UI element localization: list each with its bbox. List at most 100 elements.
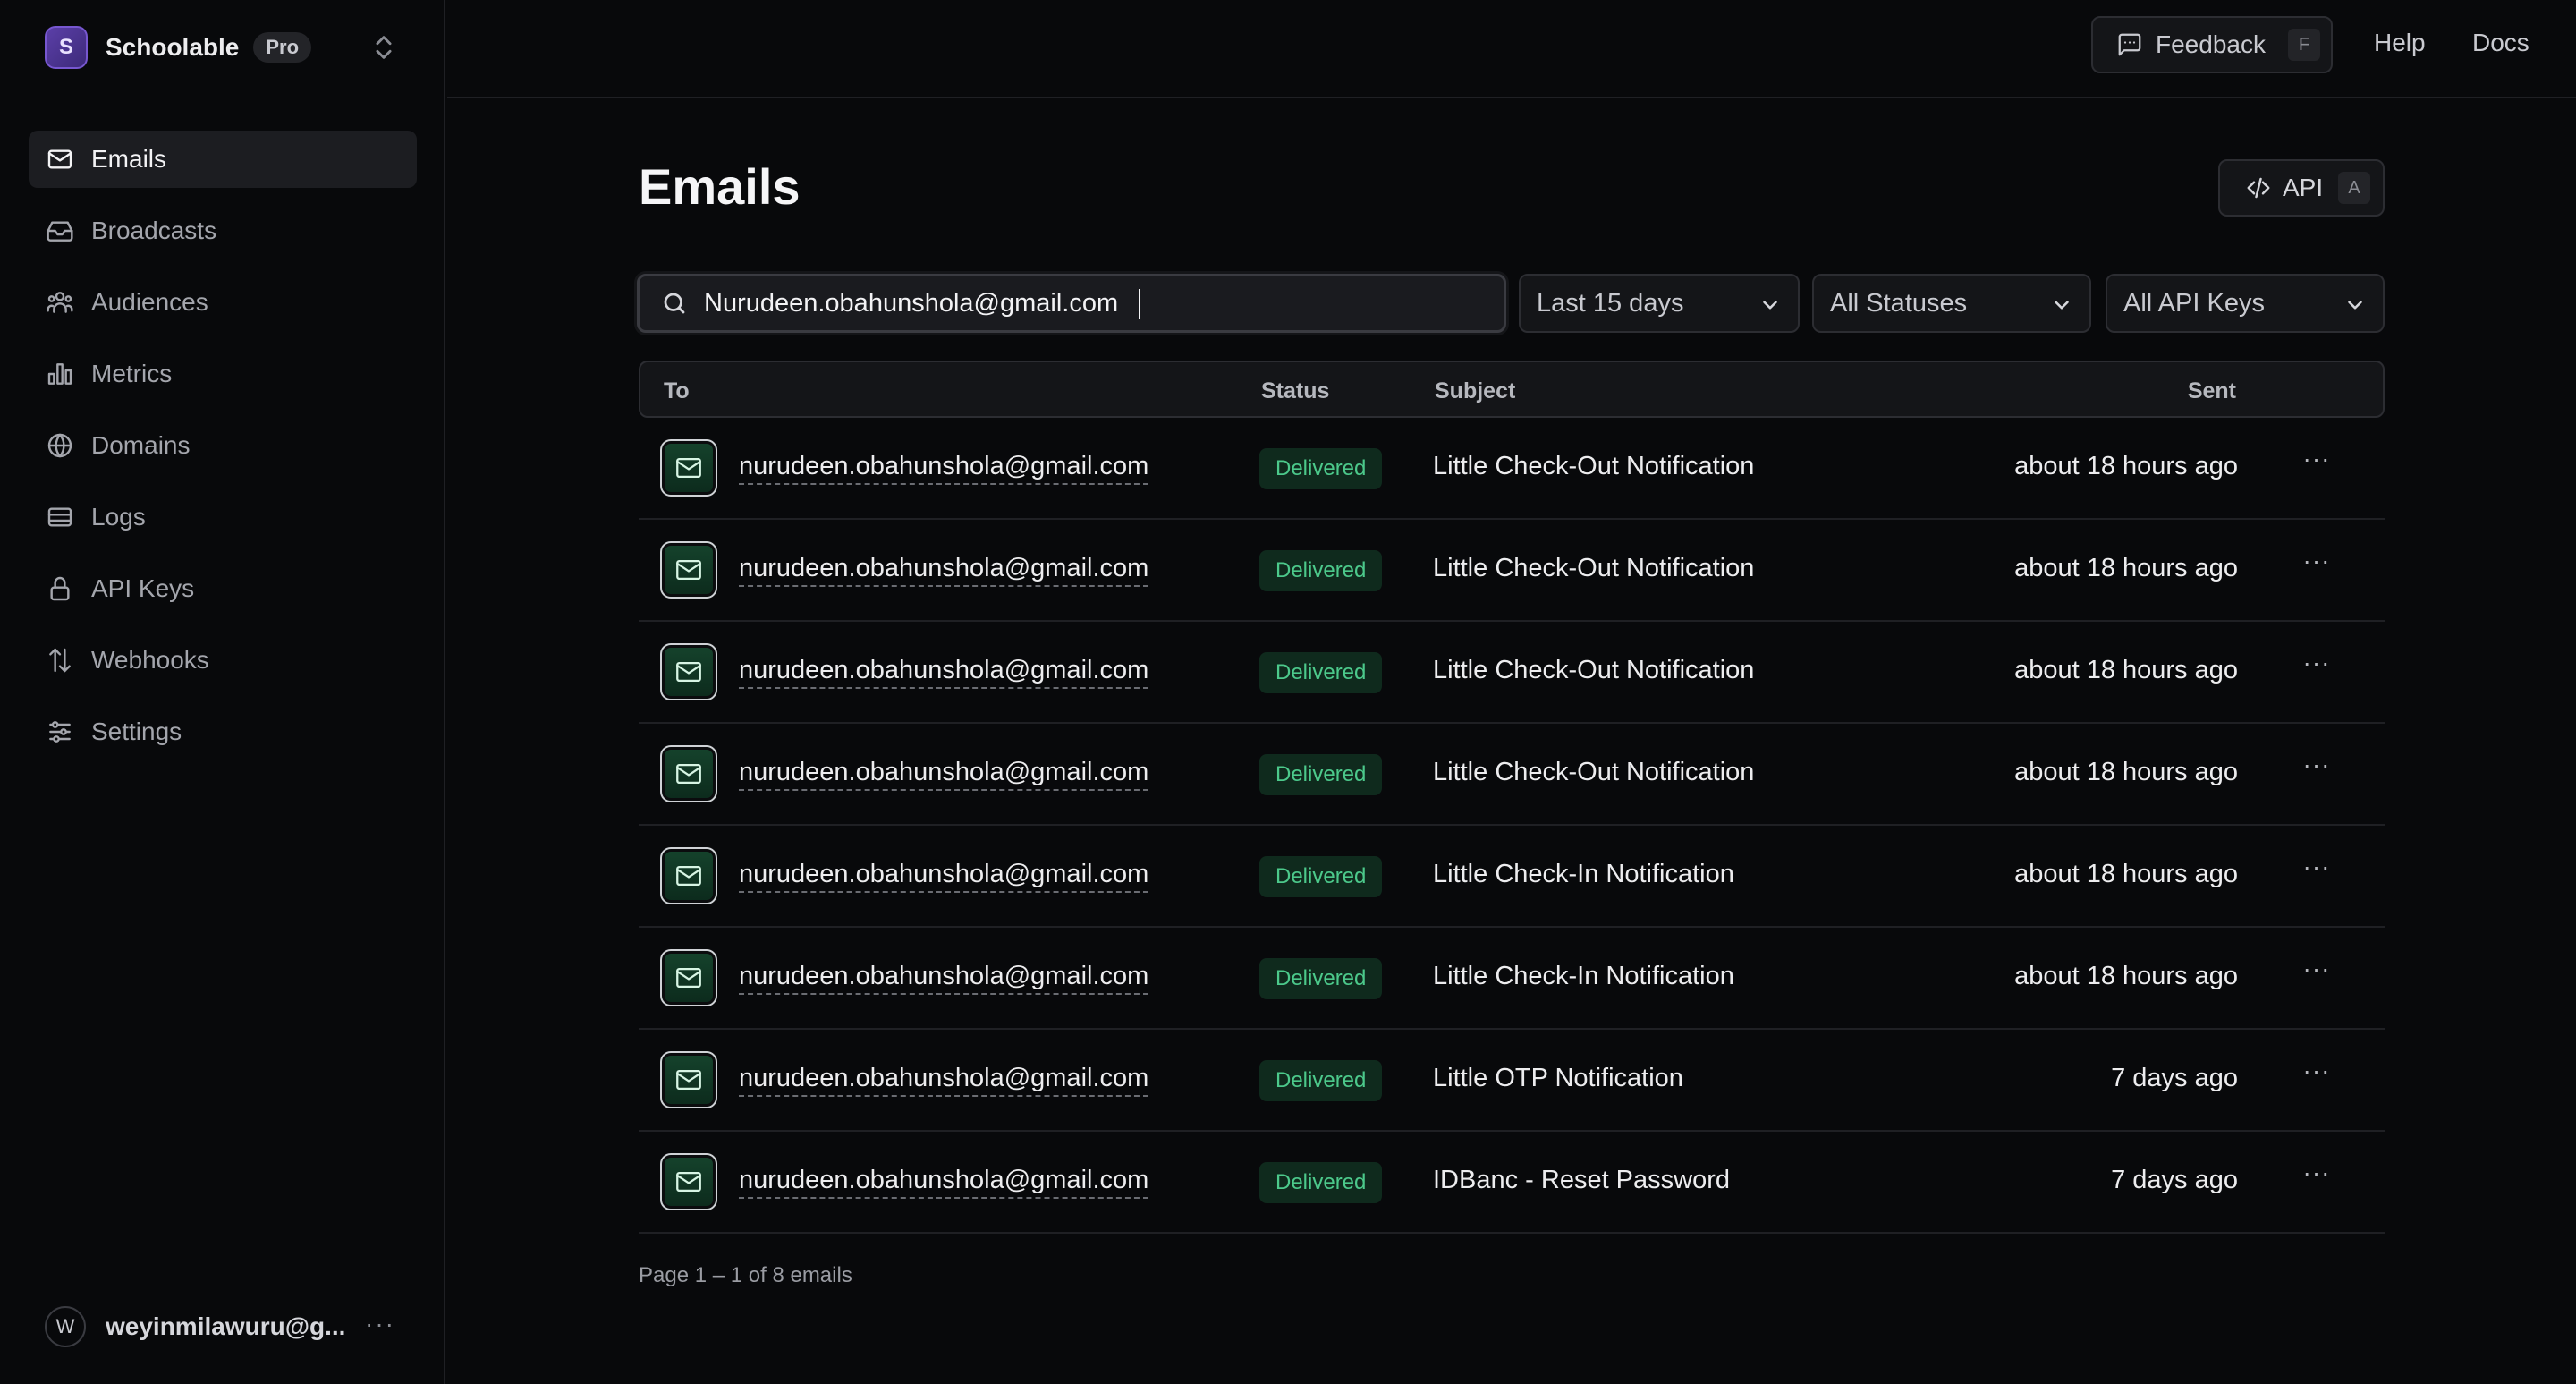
email-subject: Little Check-Out Notification xyxy=(1433,758,1755,786)
logs-icon xyxy=(45,502,75,532)
chevrons-up-down-icon[interactable] xyxy=(369,32,399,63)
table-row[interactable]: nurudeen.obahunshola@gmail.com Delivered… xyxy=(639,418,2385,520)
sidebar-item-label: Domains xyxy=(91,431,191,459)
column-header-subject: Subject xyxy=(1435,378,1516,403)
status-badge: Delivered xyxy=(1259,754,1383,795)
recipient-link[interactable]: nurudeen.obahunshola@gmail.com xyxy=(739,656,1149,689)
mail-icon xyxy=(660,1153,717,1210)
mail-icon xyxy=(660,745,717,802)
feedback-label: Feedback xyxy=(2156,30,2266,58)
webhook-icon xyxy=(45,645,75,675)
api-button[interactable]: API A xyxy=(2218,159,2385,217)
more-horizontal-icon[interactable]: ··· xyxy=(365,1310,395,1338)
docs-link[interactable]: Docs xyxy=(2472,29,2529,57)
table-row[interactable]: nurudeen.obahunshola@gmail.com Delivered… xyxy=(639,1030,2385,1132)
recipient-link[interactable]: nurudeen.obahunshola@gmail.com xyxy=(739,1064,1149,1097)
mail-icon xyxy=(660,847,717,904)
sidebar-nav: Emails Broadcasts Audiences Metrics Doma… xyxy=(29,131,417,775)
sidebar-item-metrics[interactable]: Metrics xyxy=(29,345,417,403)
sidebar-item-label: Emails xyxy=(91,145,167,173)
sent-time: 7 days ago xyxy=(2111,1064,2238,1092)
shortcut-key: A xyxy=(2338,172,2370,204)
team-name: Schoolable xyxy=(106,33,240,61)
mail-icon xyxy=(660,541,717,599)
recipient-link[interactable]: nurudeen.obahunshola@gmail.com xyxy=(739,1166,1149,1199)
email-subject: Little Check-Out Notification xyxy=(1433,452,1755,480)
more-horizontal-icon[interactable]: ··· xyxy=(2299,1159,2334,1194)
sidebar-item-emails[interactable]: Emails xyxy=(29,131,417,188)
sent-time: about 18 hours ago xyxy=(2014,554,2238,582)
table-row[interactable]: nurudeen.obahunshola@gmail.com Delivered… xyxy=(639,928,2385,1030)
message-square-icon xyxy=(2116,31,2143,58)
more-horizontal-icon[interactable]: ··· xyxy=(2299,649,2334,684)
user-menu[interactable]: W weyinmilawuru@g... ··· xyxy=(45,1304,408,1349)
mail-icon xyxy=(660,949,717,1006)
date-range-select[interactable]: Last 15 days xyxy=(1519,274,1800,333)
search-input[interactable] xyxy=(704,288,1473,318)
globe-icon xyxy=(45,430,75,461)
status-badge: Delivered xyxy=(1259,1162,1383,1203)
column-header-to: To xyxy=(664,378,690,403)
mail-icon xyxy=(660,439,717,497)
shortcut-key: F xyxy=(2288,29,2320,61)
emails-table-body: nurudeen.obahunshola@gmail.com Delivered… xyxy=(639,418,2385,1234)
status-badge: Delivered xyxy=(1259,856,1383,897)
email-subject: Little Check-In Notification xyxy=(1433,962,1734,990)
recipient-link[interactable]: nurudeen.obahunshola@gmail.com xyxy=(739,452,1149,485)
help-link[interactable]: Help xyxy=(2374,29,2426,57)
sidebar-item-settings[interactable]: Settings xyxy=(29,703,417,760)
inbox-icon xyxy=(45,216,75,246)
mail-icon xyxy=(45,144,75,174)
recipient-link[interactable]: nurudeen.obahunshola@gmail.com xyxy=(739,962,1149,995)
api-label: API xyxy=(2283,174,2324,201)
sidebar: S Schoolable Pro Emails Broadcasts Audie… xyxy=(0,0,445,1384)
pagination-text: Page 1 – 1 of 8 emails xyxy=(639,1263,852,1287)
sidebar-item-label: Settings xyxy=(91,717,182,745)
more-horizontal-icon[interactable]: ··· xyxy=(2299,751,2334,786)
mail-icon xyxy=(660,1051,717,1108)
team-avatar: S xyxy=(45,26,88,69)
sidebar-item-broadcasts[interactable]: Broadcasts xyxy=(29,202,417,259)
recipient-link[interactable]: nurudeen.obahunshola@gmail.com xyxy=(739,554,1149,587)
chevron-down-icon xyxy=(2050,293,2073,324)
recipient-link[interactable]: nurudeen.obahunshola@gmail.com xyxy=(739,758,1149,791)
code-icon xyxy=(2245,174,2272,201)
email-subject: Little Check-Out Notification xyxy=(1433,656,1755,684)
feedback-button[interactable]: Feedback F xyxy=(2091,16,2333,73)
sidebar-item-audiences[interactable]: Audiences xyxy=(29,274,417,331)
app-root: S Schoolable Pro Emails Broadcasts Audie… xyxy=(0,0,2576,1384)
recipient-link[interactable]: nurudeen.obahunshola@gmail.com xyxy=(739,860,1149,893)
column-header-sent: Sent xyxy=(2187,378,2236,403)
sidebar-item-logs[interactable]: Logs xyxy=(29,488,417,546)
table-header: To Status Subject Sent xyxy=(639,361,2385,418)
plan-badge: Pro xyxy=(253,32,312,63)
more-horizontal-icon[interactable]: ··· xyxy=(2299,955,2334,990)
sidebar-item-label: Webhooks xyxy=(91,646,209,674)
team-switcher[interactable]: S Schoolable Pro xyxy=(45,25,399,70)
more-horizontal-icon[interactable]: ··· xyxy=(2299,1057,2334,1092)
table-row[interactable]: nurudeen.obahunshola@gmail.com Delivered… xyxy=(639,826,2385,928)
api-keys-select[interactable]: All API Keys xyxy=(2106,274,2385,333)
status-badge: Delivered xyxy=(1259,550,1383,591)
table-row[interactable]: nurudeen.obahunshola@gmail.com Delivered… xyxy=(639,724,2385,826)
chevron-down-icon xyxy=(2343,293,2367,324)
table-row[interactable]: nurudeen.obahunshola@gmail.com Delivered… xyxy=(639,1132,2385,1234)
sidebar-item-domains[interactable]: Domains xyxy=(29,417,417,474)
more-horizontal-icon[interactable]: ··· xyxy=(2299,445,2334,480)
sidebar-item-api-keys[interactable]: API Keys xyxy=(29,560,417,617)
text-caret xyxy=(1139,289,1140,319)
sidebar-item-label: Metrics xyxy=(91,360,173,387)
email-subject: Little OTP Notification xyxy=(1433,1064,1683,1092)
sidebar-item-label: Logs xyxy=(91,503,146,531)
sent-time: about 18 hours ago xyxy=(2014,758,2238,786)
table-row[interactable]: nurudeen.obahunshola@gmail.com Delivered… xyxy=(639,520,2385,622)
status-select[interactable]: All Statuses xyxy=(1812,274,2091,333)
search-field[interactable] xyxy=(637,274,1506,333)
more-horizontal-icon[interactable]: ··· xyxy=(2299,853,2334,888)
status-badge: Delivered xyxy=(1259,958,1383,999)
sidebar-item-webhooks[interactable]: Webhooks xyxy=(29,632,417,689)
table-row[interactable]: nurudeen.obahunshola@gmail.com Delivered… xyxy=(639,622,2385,724)
sent-time: about 18 hours ago xyxy=(2014,962,2238,990)
bar-chart-icon xyxy=(45,359,75,389)
more-horizontal-icon[interactable]: ··· xyxy=(2299,547,2334,582)
